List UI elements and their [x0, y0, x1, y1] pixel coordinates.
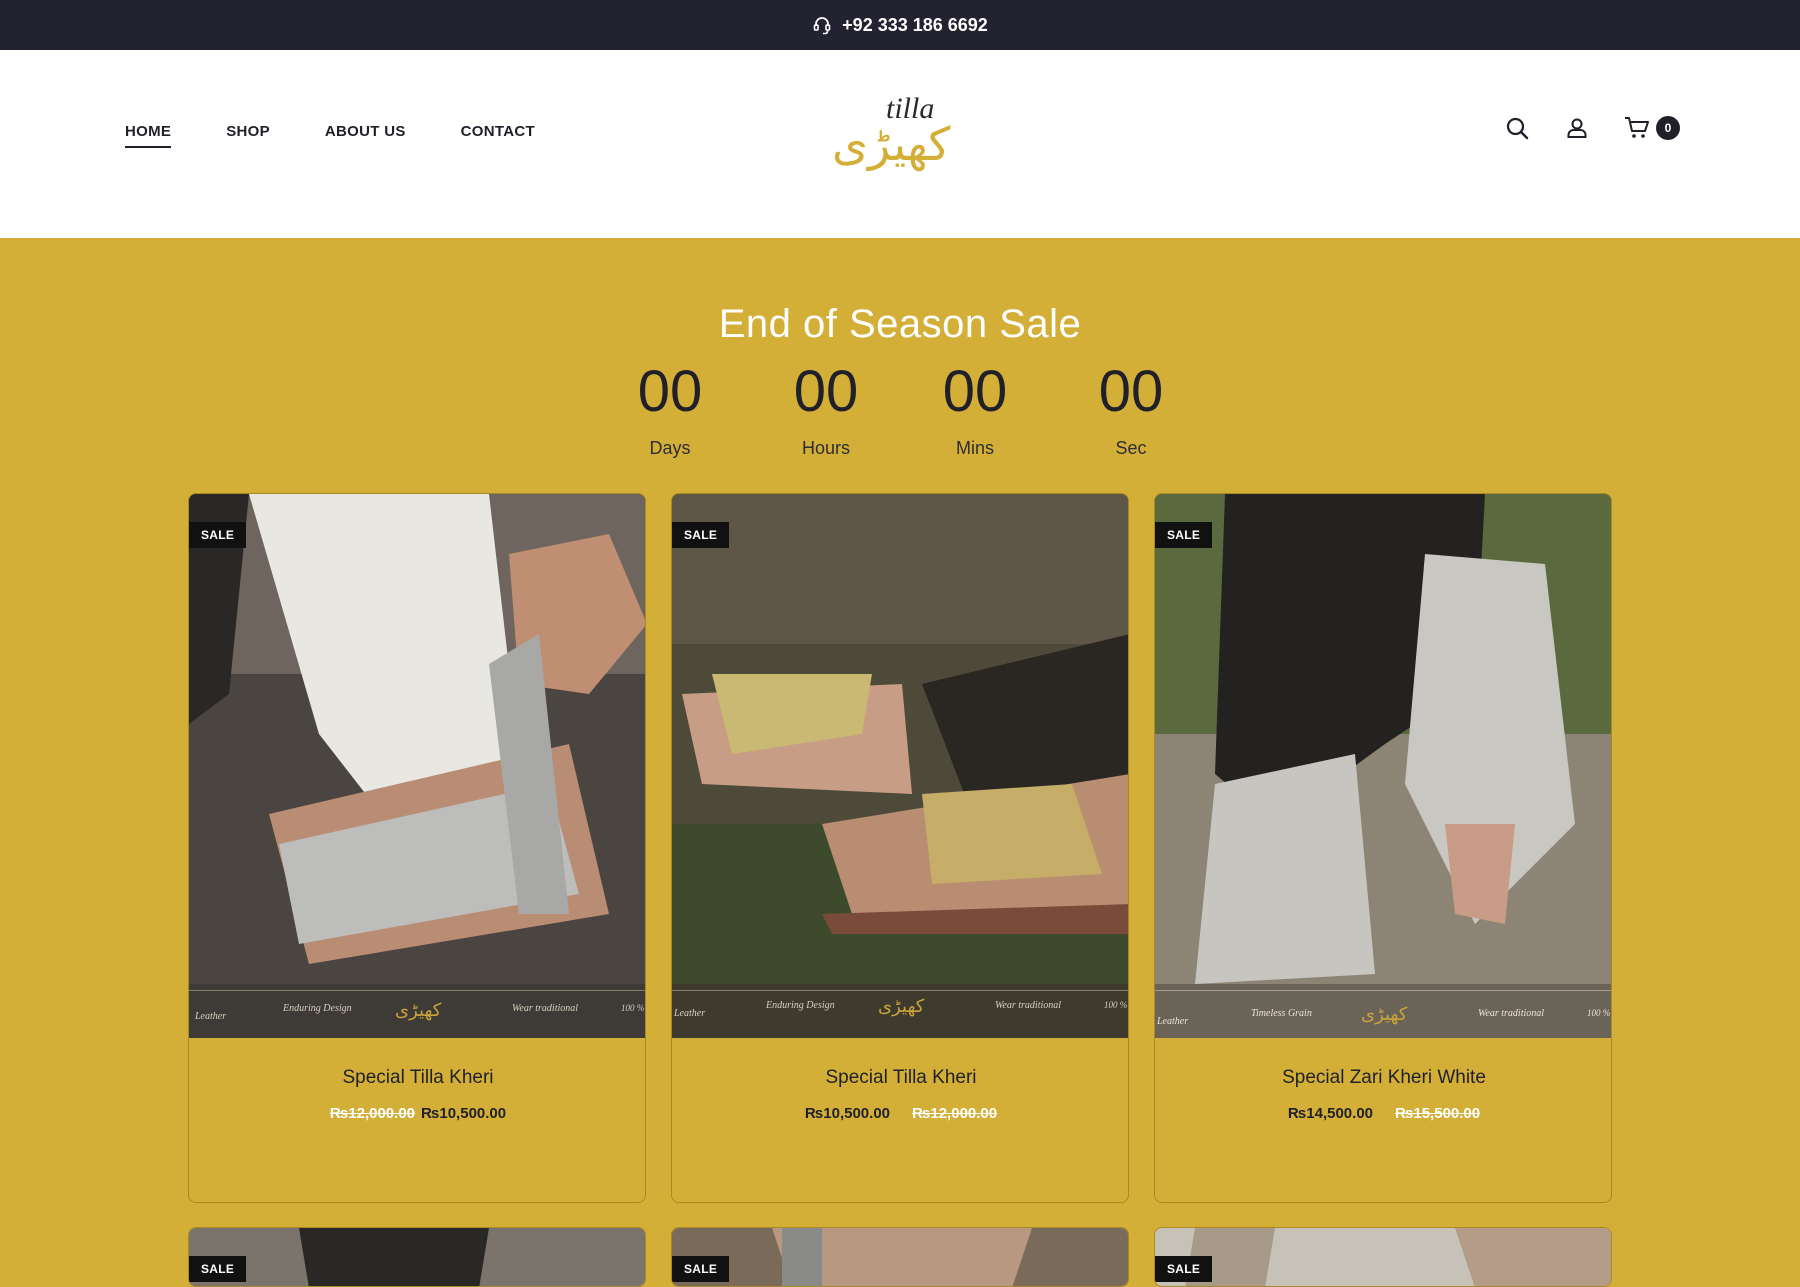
product-card[interactable]: Leather Timeless Grain کھیڑی Wear tradit… [1154, 493, 1612, 1203]
svg-text:100 % Hand: 100 % Hand [1587, 1008, 1612, 1018]
product-price: ₨14,500.00 ₨15,500.00 [1155, 1105, 1611, 1122]
countdown-mins-value: 00 [942, 359, 1008, 424]
sale-badge: SALE [1155, 522, 1213, 548]
svg-text:Wear traditional: Wear traditional [995, 1000, 1061, 1011]
product-name[interactable]: Special Tilla Kheri [189, 1067, 645, 1089]
product-image[interactable] [189, 1228, 645, 1286]
image-strip-leather: Leather [194, 1011, 226, 1022]
headset-icon [812, 15, 832, 35]
product-image[interactable] [1155, 1228, 1611, 1286]
site-logo[interactable]: tilla کھیڑی [828, 90, 972, 172]
cart-button[interactable]: 0 [1624, 115, 1680, 141]
countdown-mins-label: Mins [955, 438, 994, 458]
price-old: ₨15,500.00 [1395, 1105, 1481, 1122]
price-new: ₨10,500.00 [421, 1105, 507, 1122]
product-image[interactable]: Leather Enduring Design کھیڑی Wear tradi… [672, 494, 1129, 1038]
price-old: ₨12,000.00 [912, 1105, 998, 1122]
main-nav: HOME SHOP ABOUT US CONTACT [125, 123, 535, 148]
product-card[interactable]: SALE [1154, 1227, 1612, 1287]
svg-text:Leather: Leather [1156, 1016, 1188, 1027]
countdown-hours-value: 00 [793, 359, 859, 424]
image-strip-enduring-design: Enduring Design [282, 1003, 352, 1014]
product-image[interactable]: Leather Timeless Grain کھیڑی Wear tradit… [1155, 494, 1612, 1038]
svg-text:کھیڑی: کھیڑی [878, 996, 925, 1017]
countdown-sec: 00 Sec [1071, 360, 1191, 459]
svg-text:کھیڑی: کھیڑی [395, 1000, 442, 1021]
topbar: +92 333 186 6692 [0, 0, 1800, 50]
logo-urdu-text: کھیڑی [832, 117, 950, 172]
product-price: ₨12,000.00 ₨10,500.00 [189, 1105, 645, 1122]
countdown-days: 00 Days [610, 360, 730, 459]
nav-home[interactable]: HOME [125, 123, 172, 148]
price-old: ₨12,000.00 [329, 1105, 415, 1122]
sale-badge: SALE [1155, 1256, 1213, 1282]
nav-shop[interactable]: SHOP [226, 123, 270, 148]
user-icon[interactable] [1564, 115, 1590, 141]
countdown-sec-label: Sec [1115, 438, 1147, 458]
nav-about-us[interactable]: ABOUT US [325, 123, 406, 148]
countdown-sec-value: 00 [1098, 359, 1164, 424]
product-card[interactable]: SALE [188, 1227, 646, 1287]
header-icons: 0 [1504, 115, 1680, 141]
product-name[interactable]: Special Zari Kheri White [1155, 1067, 1611, 1089]
svg-text:کھیڑی: کھیڑی [1361, 1004, 1408, 1025]
search-icon[interactable] [1504, 115, 1530, 141]
product-image[interactable] [672, 1228, 1128, 1286]
countdown-days-value: 00 [637, 359, 703, 424]
sale-badge: SALE [189, 1256, 247, 1282]
countdown-hours: 00 Hours [766, 360, 886, 459]
price-new: ₨10,500.00 [804, 1105, 890, 1122]
svg-text:Leather: Leather [673, 1008, 705, 1019]
countdown-mins: 00 Mins [915, 360, 1035, 459]
product-name[interactable]: Special Tilla Kheri [672, 1067, 1128, 1089]
svg-text:Enduring Design: Enduring Design [765, 1000, 835, 1011]
svg-text:100 % Hand: 100 % Hand [1104, 1000, 1129, 1010]
sale-title: End of Season Sale [718, 302, 1082, 346]
product-card[interactable]: SALE [671, 1227, 1129, 1287]
cart-icon[interactable] [1624, 115, 1650, 141]
image-strip-hand: 100 % Hand [621, 1003, 646, 1013]
product-card[interactable]: Leather Enduring Design کھیڑی Wear tradi… [671, 493, 1129, 1203]
svg-text:Timeless Grain: Timeless Grain [1251, 1008, 1312, 1019]
product-card[interactable]: Leather Enduring Design کھیڑی Wear tradi… [188, 493, 646, 1203]
product-price: ₨10,500.00 ₨12,000.00 [672, 1105, 1128, 1122]
topbar-phone[interactable]: +92 333 186 6692 [842, 15, 988, 36]
sale-badge: SALE [189, 522, 247, 548]
svg-text:Wear traditional: Wear traditional [1478, 1008, 1544, 1019]
image-strip-wear-traditional: Wear traditional [512, 1003, 578, 1014]
nav-contact[interactable]: CONTACT [461, 123, 535, 148]
sale-badge: SALE [672, 522, 730, 548]
sale-badge: SALE [672, 1256, 730, 1282]
countdown-hours-label: Hours [801, 438, 850, 458]
countdown-days-label: Days [649, 438, 691, 458]
price-new: ₨14,500.00 [1287, 1105, 1373, 1122]
product-image[interactable]: Leather Enduring Design کھیڑی Wear tradi… [189, 494, 646, 1038]
cart-count-badge: 0 [1656, 116, 1680, 140]
site-header: HOME SHOP ABOUT US CONTACT tilla کھیڑی 0 [0, 50, 1800, 238]
